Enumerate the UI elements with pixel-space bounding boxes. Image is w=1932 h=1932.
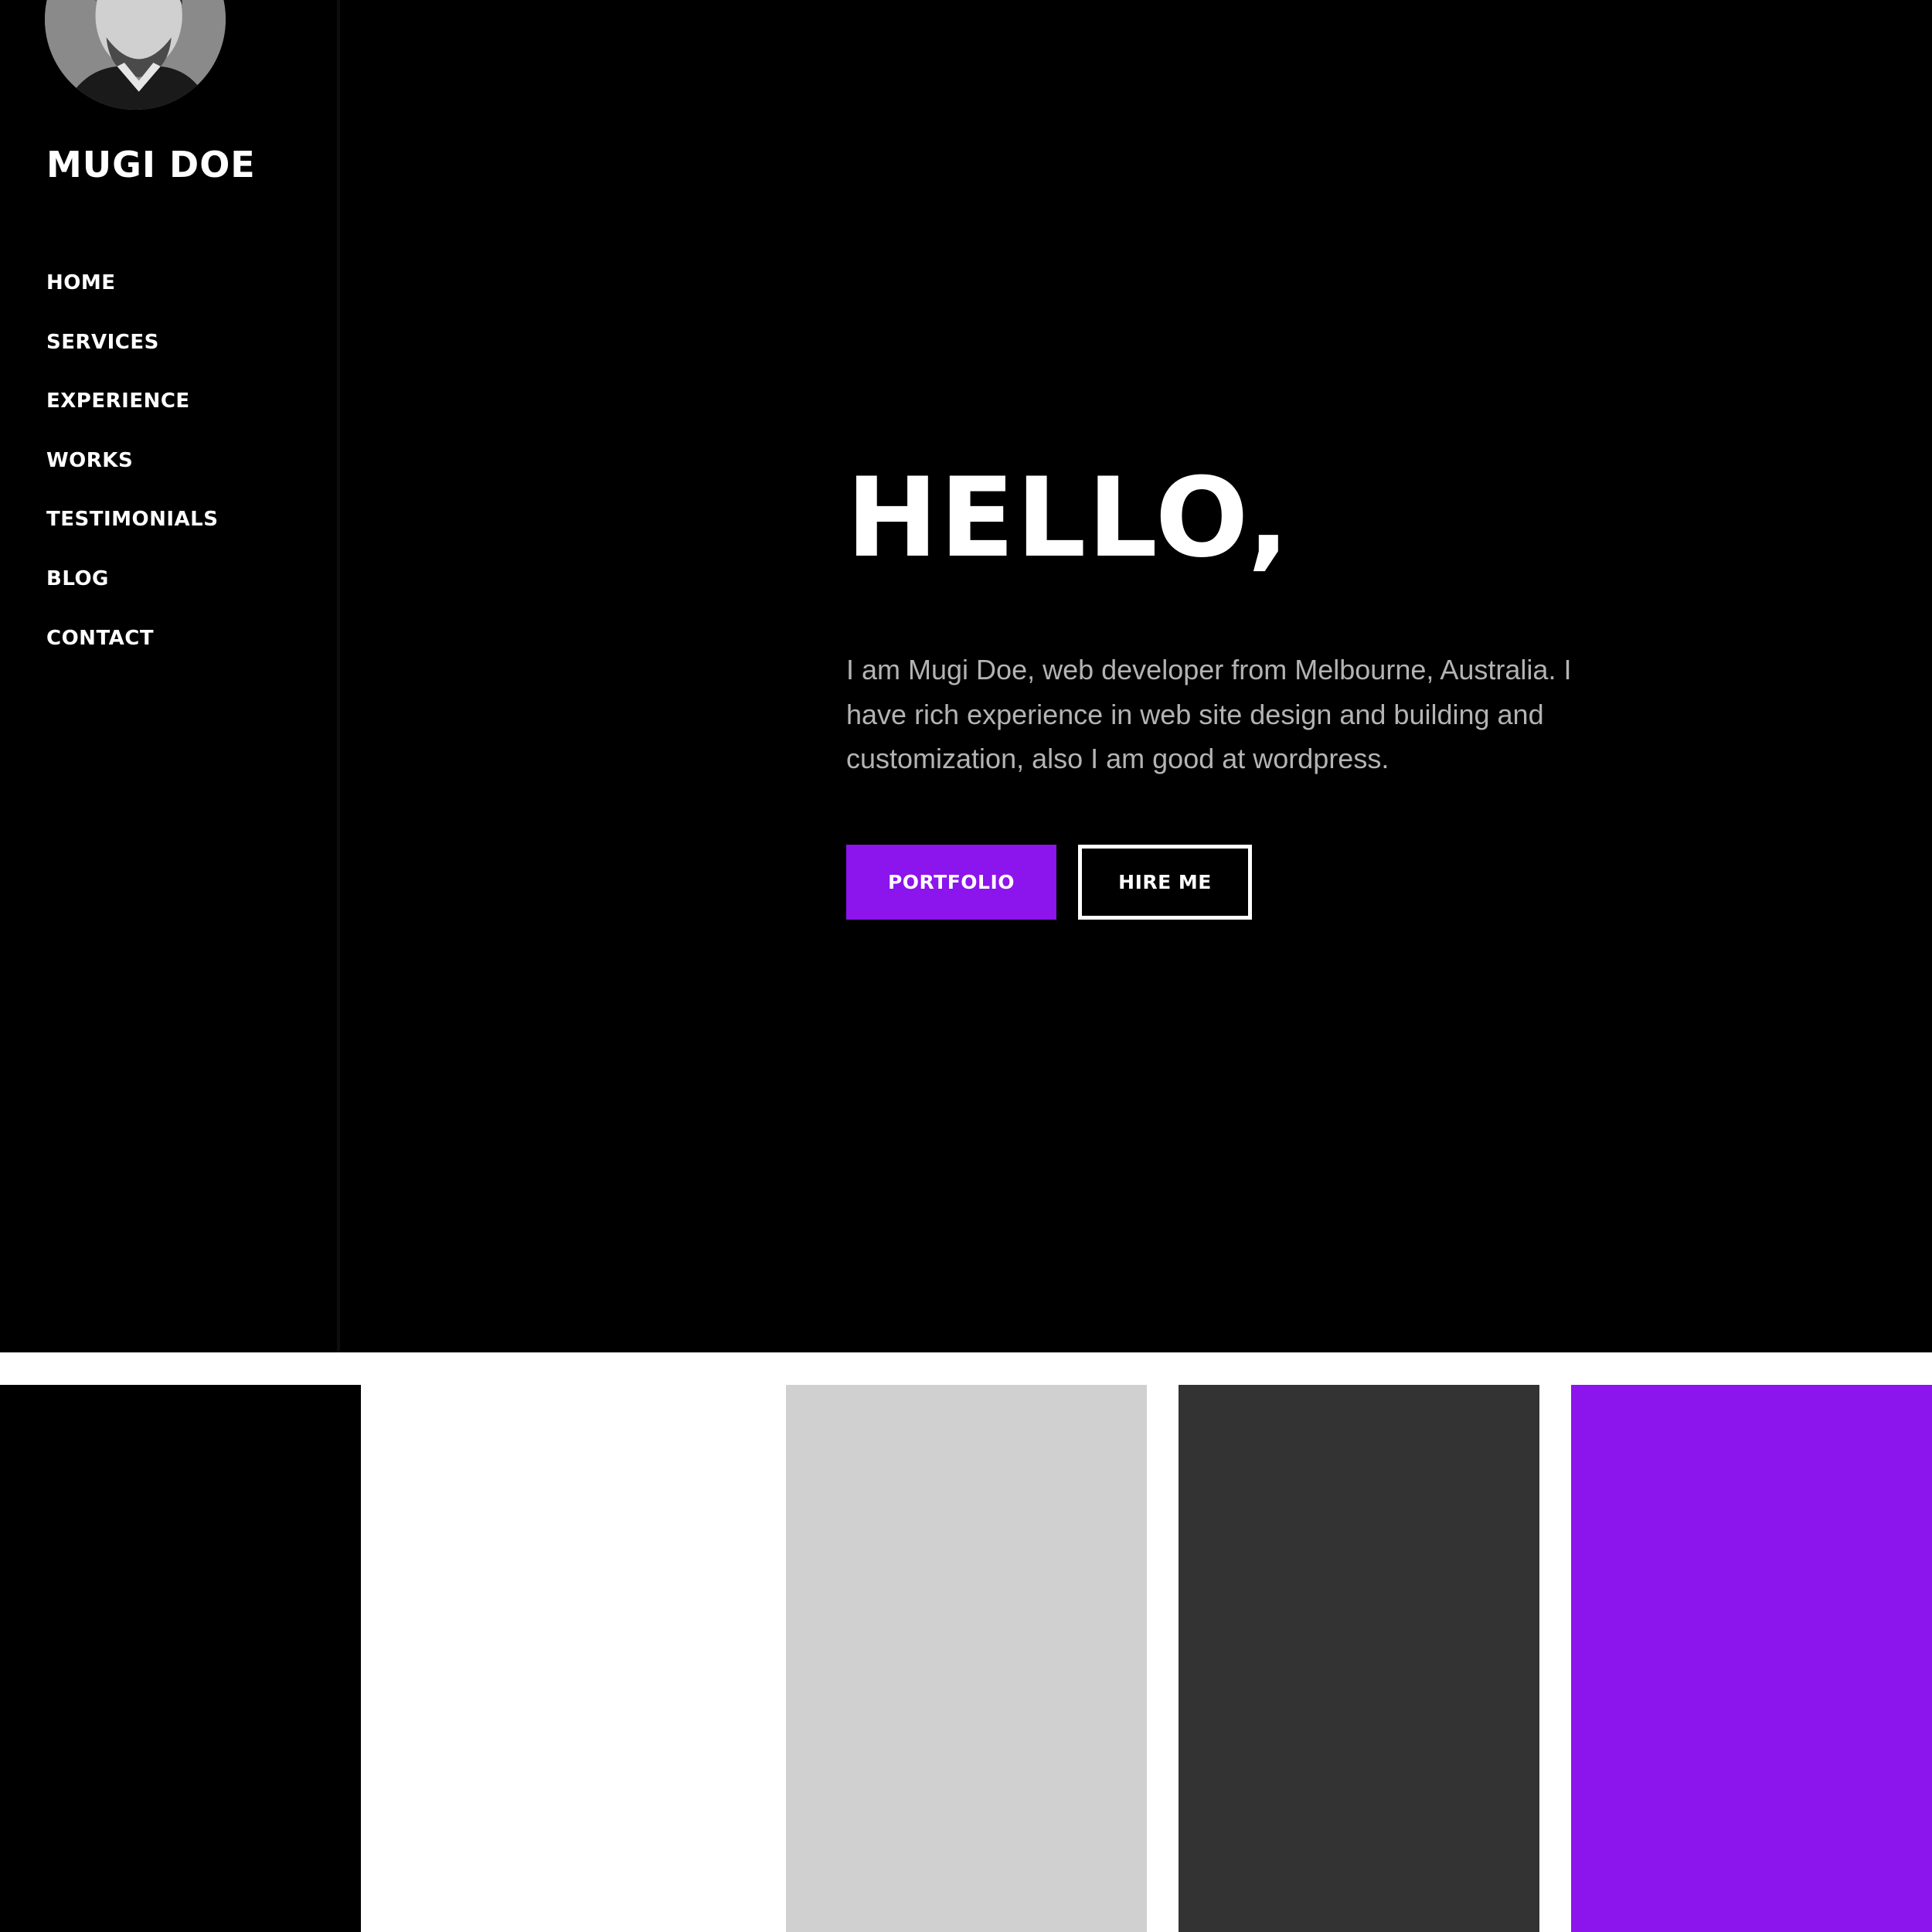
hero-section: HELLO, I am Mugi Doe, web developer from… — [846, 464, 1634, 920]
sidebar: MUGI DOE HOME SERVICES EXPERIENCE WORKS … — [0, 0, 340, 1352]
hero-description: I am Mugi Doe, web developer from Melbou… — [846, 654, 1572, 774]
swatch-black — [0, 1385, 361, 1932]
profile-photo-icon — [45, 0, 226, 110]
nav-link-blog[interactable]: BLOG — [46, 566, 109, 591]
nav-link-experience[interactable]: EXPERIENCE — [46, 389, 190, 413]
nav-link-contact[interactable]: CONTACT — [46, 626, 154, 651]
hero-title: HELLO, — [846, 454, 1291, 582]
nav-item-experience: EXPERIENCE — [46, 389, 218, 448]
hire-me-button[interactable]: HIRE ME — [1078, 844, 1252, 920]
nav-item-services: SERVICES — [46, 330, 218, 389]
hero-buttons: PORTFOLIO HIRE ME — [846, 844, 1634, 920]
site-owner-name: MUGI DOE — [46, 144, 256, 185]
swatch-dark-gray — [1179, 1385, 1539, 1932]
portfolio-button[interactable]: PORTFOLIO — [846, 844, 1056, 920]
swatch-white — [361, 1385, 786, 1932]
swatch-purple — [1571, 1385, 1932, 1932]
swatch-light-gray — [786, 1385, 1147, 1932]
profile-avatar — [45, 0, 226, 110]
nav-item-contact: CONTACT — [46, 626, 218, 685]
nav-link-testimonials[interactable]: TESTIMONIALS — [46, 507, 218, 532]
nav-link-works[interactable]: WORKS — [46, 448, 133, 473]
nav-item-testimonials: TESTIMONIALS — [46, 507, 218, 566]
color-palette — [0, 1385, 1932, 1932]
nav-link-home[interactable]: HOME — [46, 270, 116, 295]
nav-link-services[interactable]: SERVICES — [46, 330, 159, 355]
main-navigation: HOME SERVICES EXPERIENCE WORKS TESTIMONI… — [46, 270, 218, 685]
portfolio-website-screenshot: MUGI DOE HOME SERVICES EXPERIENCE WORKS … — [0, 0, 1932, 1352]
nav-item-works: WORKS — [46, 448, 218, 508]
nav-item-home: HOME — [46, 270, 218, 330]
nav-item-blog: BLOG — [46, 566, 218, 626]
